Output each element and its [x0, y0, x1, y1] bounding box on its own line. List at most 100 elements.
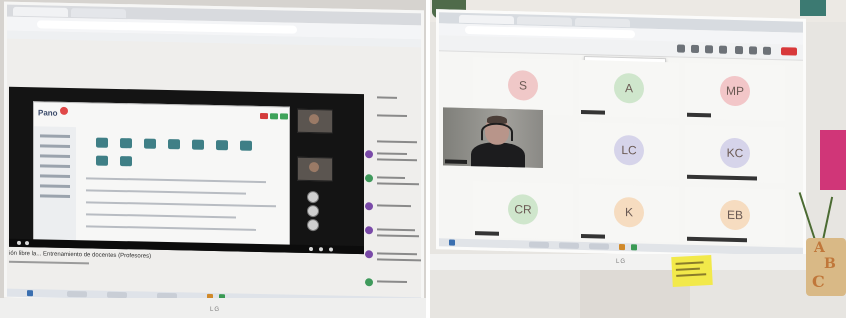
module-icon[interactable] [216, 140, 228, 151]
chat-avatar [365, 278, 373, 287]
content-row [86, 201, 276, 208]
share-icon[interactable] [763, 46, 771, 55]
people-icon[interactable] [691, 44, 699, 54]
participant-tile: KC [685, 124, 785, 184]
module-icon[interactable] [240, 140, 252, 151]
participant-avatar: S [508, 70, 538, 101]
participant-tile: S [473, 57, 573, 116]
shared-screen: Pano [33, 101, 290, 247]
participant-tile: A [579, 59, 679, 119]
app-logo: Pano [38, 108, 58, 118]
settings-icon[interactable] [309, 246, 313, 252]
participant-camera [297, 108, 333, 134]
start-icon[interactable] [27, 290, 33, 297]
module-icon[interactable] [120, 138, 132, 149]
abc-blocks: A B C [806, 238, 846, 296]
participant-tile: EB [685, 186, 785, 246]
chat-avatar [365, 226, 373, 235]
participant-name-label [687, 112, 711, 118]
browser-tab[interactable] [13, 6, 68, 17]
browser-tab[interactable] [71, 8, 126, 19]
monitor-bezel: LG [430, 254, 846, 270]
module-icon[interactable] [168, 139, 180, 150]
close-icon[interactable] [260, 112, 268, 120]
reactions-icon[interactable] [719, 45, 727, 54]
participant-avatar: EB [720, 199, 750, 231]
taskbar-app[interactable] [559, 242, 579, 249]
browser-tab[interactable] [517, 16, 572, 26]
participant-tile: CR [473, 181, 573, 240]
chat-line [377, 204, 411, 208]
participant-tile: MP [685, 62, 785, 122]
monitor-bezel: LG [0, 298, 426, 318]
chat-avatar [365, 202, 373, 211]
meeting-title: ión libre la... Entrenamiento de docente… [9, 250, 152, 260]
module-icon[interactable] [192, 139, 204, 150]
content-row [86, 177, 266, 184]
chat-avatar [365, 150, 373, 159]
people-icon[interactable] [329, 247, 333, 252]
chat-line [377, 152, 407, 156]
chat-line [377, 182, 419, 186]
taskbar-app[interactable] [67, 290, 87, 298]
letter-c: C [812, 272, 825, 291]
participant-avatar: K [614, 196, 644, 228]
mic-icon[interactable] [749, 46, 757, 55]
chat-line [377, 228, 415, 232]
chat-icon[interactable] [319, 247, 323, 252]
taskbar-app[interactable] [589, 243, 609, 250]
participant-avatar [307, 204, 319, 218]
taskbar-app-icon[interactable] [631, 244, 637, 251]
maximize-icon[interactable] [270, 113, 278, 120]
module-icon[interactable] [144, 138, 156, 149]
camera-icon[interactable] [25, 241, 29, 246]
app-sidebar [34, 126, 76, 242]
participant-tile: K [579, 183, 679, 243]
browser-tab[interactable] [459, 14, 514, 25]
participant-camera [297, 156, 333, 182]
chat-line [377, 234, 419, 238]
content-row [86, 189, 246, 195]
lg-logo: LG [210, 307, 221, 313]
letter-a: A [814, 240, 825, 256]
module-icon[interactable] [96, 137, 108, 148]
chat-panel [365, 92, 423, 303]
browser-tab[interactable] [575, 17, 630, 28]
leave-button[interactable] [781, 47, 797, 56]
mic-icon[interactable] [17, 240, 21, 245]
participant-avatar: LC [614, 134, 644, 166]
start-icon[interactable] [449, 239, 455, 246]
logo-badge-icon [60, 106, 68, 115]
right-monitor-screen: S A MP LC KC CR K EB [436, 9, 806, 259]
module-icon[interactable] [120, 156, 132, 167]
tape-dispenser [800, 0, 826, 16]
chat-icon[interactable] [677, 44, 685, 53]
participant-avatar: MP [720, 75, 750, 107]
participant-avatar [307, 190, 319, 204]
chat-line [377, 140, 417, 144]
person-body [471, 142, 525, 168]
participant-avatar: KC [720, 137, 750, 169]
letter-b: B [824, 256, 836, 272]
participant-name-label [445, 159, 467, 164]
participant-name-label [687, 174, 757, 181]
minimize-icon[interactable] [280, 113, 288, 120]
participant-tile: LC [579, 121, 679, 181]
participant-avatar: CR [508, 194, 538, 225]
meeting-subtitle [9, 260, 89, 265]
camera-icon[interactable] [735, 45, 743, 55]
left-photo: Pano ión libre la... Entrenamiento de do… [0, 0, 426, 318]
participant-name-label [581, 109, 605, 115]
chat-line [377, 96, 397, 99]
content-row [86, 225, 256, 231]
pink-box [820, 130, 846, 190]
module-icon[interactable] [96, 155, 108, 166]
raise-hand-icon[interactable] [705, 45, 713, 54]
left-monitor-screen: Pano ión libre la... Entrenamiento de do… [4, 1, 424, 307]
taskbar-app-icon[interactable] [619, 243, 625, 251]
chat-line [377, 158, 417, 162]
participant-name-label [475, 231, 499, 236]
taskbar-app[interactable] [529, 241, 549, 249]
video-meeting-window: Pano [9, 86, 364, 255]
chat-line [377, 252, 417, 256]
